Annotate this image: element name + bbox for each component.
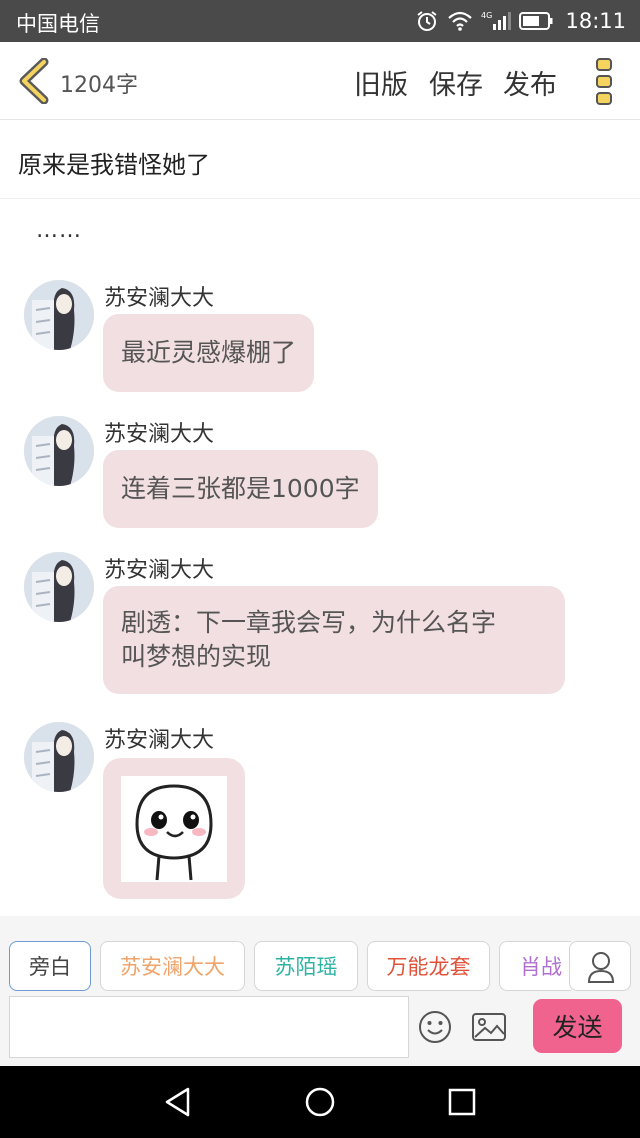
image-icon[interactable] — [471, 1012, 507, 1042]
role-label: 苏陌瑶 — [274, 955, 338, 979]
status-icons: 4G 18:11 — [415, 7, 626, 35]
word-count: 1204字 — [60, 73, 138, 98]
narration-text[interactable]: …… — [36, 218, 82, 243]
avatar — [24, 552, 94, 622]
message-bubble[interactable]: 剧透：下一章我会写，为什么名字 叫梦想的实现 — [103, 586, 565, 694]
manage-roles-button[interactable] — [569, 941, 631, 991]
editor-toolbar: 1204字 旧版 保存 发布 — [0, 42, 640, 120]
sender-name: 苏安澜大大 — [104, 728, 215, 753]
home-circle-icon[interactable] — [304, 1086, 336, 1118]
role-label: 旁白 — [29, 955, 71, 979]
avatar — [24, 416, 94, 486]
sender-name: 苏安澜大大 — [104, 422, 215, 447]
sender-name: 苏安澜大大 — [104, 558, 215, 583]
publish-button[interactable]: 发布 — [503, 63, 557, 102]
back-chevron-icon[interactable] — [14, 58, 54, 104]
role-label: 万能龙套 — [386, 955, 471, 979]
recents-square-icon[interactable] — [447, 1087, 477, 1117]
avatar — [24, 722, 94, 792]
send-label: 发送 — [552, 1013, 603, 1042]
sticker-bubble[interactable] — [103, 758, 245, 899]
person-icon — [587, 952, 615, 983]
role-tab-extras[interactable]: 万能龙套 — [367, 941, 490, 991]
role-tab-xiao-zhan[interactable]: 肖战 — [499, 941, 571, 991]
avatar — [24, 280, 94, 350]
signal-icon: 4G — [481, 11, 512, 30]
more-menu-icon[interactable] — [592, 56, 618, 108]
wifi-icon — [448, 11, 473, 31]
message-text-line: 叫梦想的实现 — [121, 642, 272, 671]
save-button[interactable]: 保存 — [429, 63, 483, 102]
battery-icon — [519, 12, 553, 30]
sender-name: 苏安澜大大 — [104, 286, 215, 311]
alarm-icon — [417, 11, 438, 31]
composer-panel: 旁白 苏安澜大大 苏陌瑶 万能龙套 肖战 发送 — [0, 916, 640, 1066]
carrier-label: 中国电信 — [16, 12, 100, 36]
role-tab-su-moyao[interactable]: 苏陌瑶 — [254, 941, 358, 991]
clock: 18:11 — [565, 9, 626, 33]
role-label: 肖战 — [520, 955, 562, 979]
smiling-face-sticker — [121, 776, 227, 882]
message-bubble[interactable]: 连着三张都是1000字 — [103, 450, 378, 528]
send-button[interactable]: 发送 — [533, 999, 622, 1053]
chapter-title: 原来是我错怪她了 — [18, 151, 210, 179]
role-tab-su-anlan[interactable]: 苏安澜大大 — [100, 941, 245, 991]
message-text: 连着三张都是1000字 — [121, 474, 360, 503]
message-bubble[interactable]: 最近灵感爆棚了 — [103, 314, 315, 392]
old-version-button[interactable]: 旧版 — [354, 63, 408, 102]
status-bar: 中国电信 4G 18:11 — [0, 0, 640, 42]
message-text-line: 剧透：下一章我会写，为什么名字 — [121, 608, 497, 637]
message-text: 最近灵感爆棚了 — [121, 338, 297, 367]
network-type-label: 4G — [481, 11, 492, 20]
back-triangle-icon[interactable] — [162, 1086, 194, 1118]
chapter-title-bar[interactable]: 原来是我错怪她了 — [0, 121, 640, 199]
role-label: 苏安澜大大 — [120, 955, 225, 979]
emoji-icon[interactable] — [418, 1010, 452, 1044]
message-input[interactable] — [9, 996, 409, 1058]
system-nav-bar — [0, 1066, 640, 1138]
role-tab-narrator[interactable]: 旁白 — [9, 941, 91, 991]
